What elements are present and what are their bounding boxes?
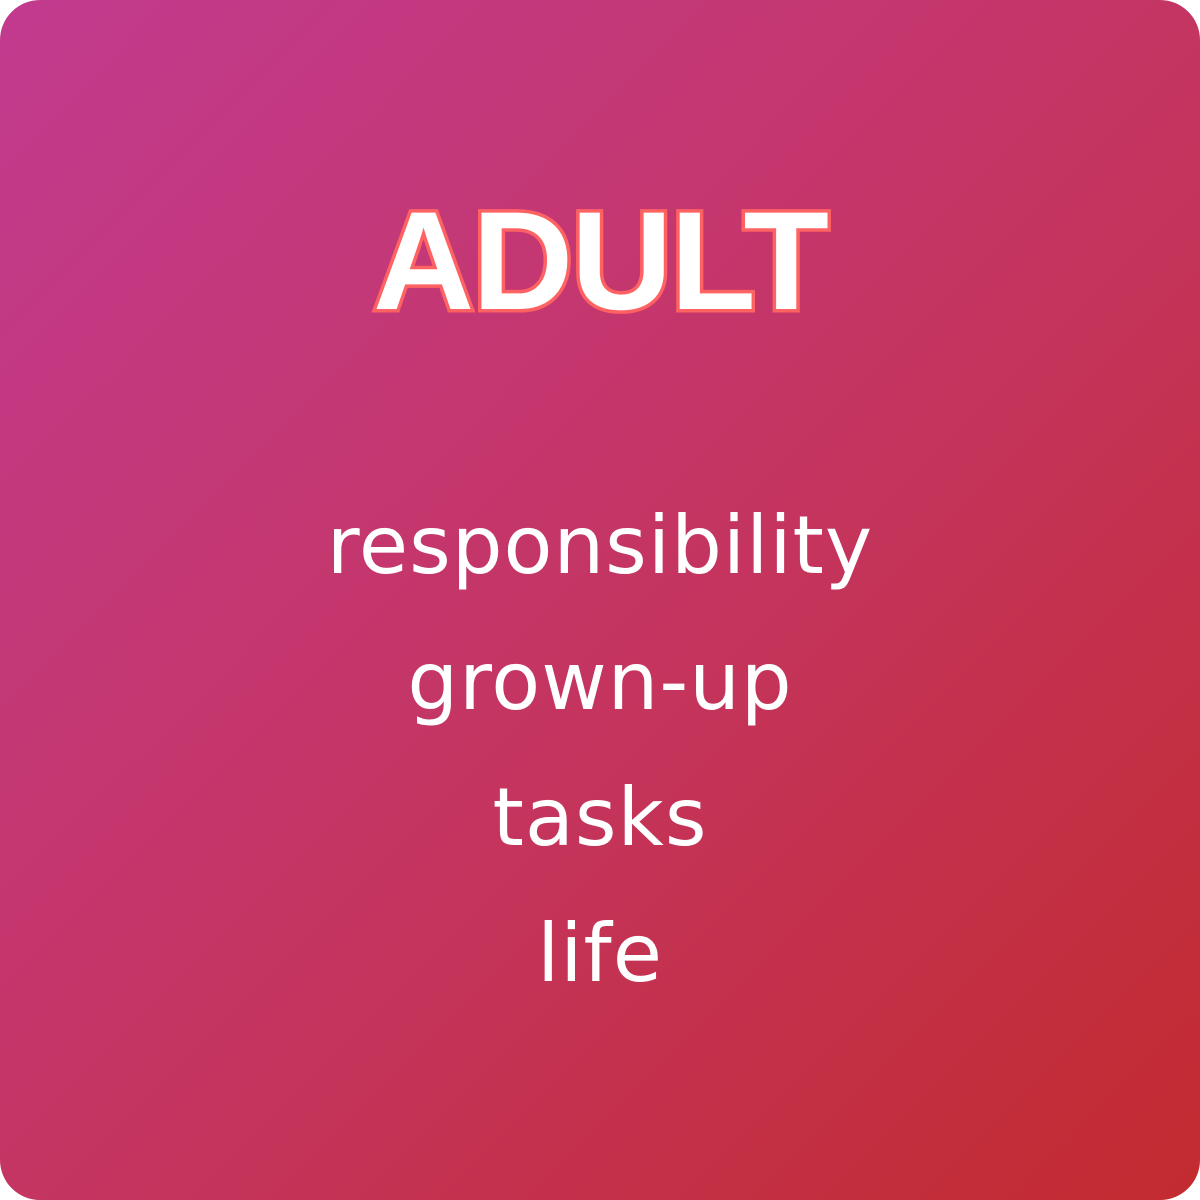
card-title: ADULT	[370, 182, 833, 339]
word-list: responsibility grown-up tasks life	[0, 478, 1200, 1022]
word-item: life	[537, 907, 663, 1000]
word-card: ADULT responsibility grown-up tasks life	[0, 0, 1200, 1200]
word-item: responsibility	[326, 499, 874, 592]
word-item: grown-up	[407, 635, 793, 728]
word-item: tasks	[492, 771, 708, 864]
